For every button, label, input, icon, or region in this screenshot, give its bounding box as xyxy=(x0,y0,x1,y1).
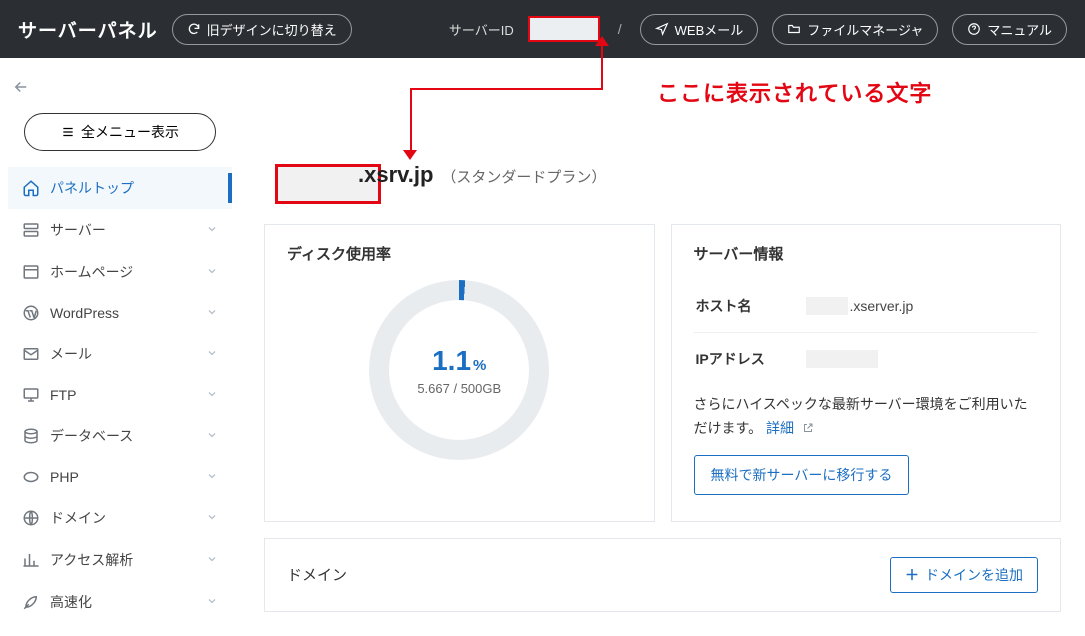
domain-card-title: ドメイン xyxy=(287,564,347,585)
sidebar-item-label: 高速化 xyxy=(50,592,92,612)
chevron-down-icon xyxy=(206,264,218,280)
sidebar-item-label: サーバー xyxy=(50,220,106,240)
sidebar-item-label: PHP xyxy=(50,469,79,485)
sidebar-item-panel-top[interactable]: パネルトップ xyxy=(8,167,232,209)
sidebar-item-label: ドメイン xyxy=(50,508,106,528)
monitor-icon xyxy=(22,386,40,404)
hostname-row: ホスト名 .xserver.jp xyxy=(694,280,1039,332)
chevron-down-icon xyxy=(206,387,218,403)
refresh-icon xyxy=(187,22,201,36)
main-content: .xsrv.jp （スタンダードプラン） ディスク使用率 1.1% 5.667 … xyxy=(240,58,1085,636)
topbar: サーバーパネル 旧デザインに切り替え サーバーID / WEBメール ファイルマ… xyxy=(0,0,1085,58)
folder-icon xyxy=(787,22,801,36)
server-info-description: さらにハイスペックな最新サーバー環境をご利用いただけます。 詳細 xyxy=(694,393,1039,441)
manual-button[interactable]: マニュアル xyxy=(952,14,1067,45)
sidebar-item-domain[interactable]: ドメイン xyxy=(8,497,232,539)
external-link-icon xyxy=(802,418,814,430)
ip-redacted xyxy=(806,350,878,368)
sidebar-item-wordpress[interactable]: WordPress xyxy=(8,293,232,333)
bar-chart-icon xyxy=(22,551,40,569)
server-icon xyxy=(22,221,40,239)
sidebar-item-label: FTP xyxy=(50,387,76,403)
back-icon[interactable] xyxy=(8,78,232,99)
show-all-menu-label: 全メニュー表示 xyxy=(81,122,179,142)
sidebar-item-label: データベース xyxy=(50,426,133,446)
file-manager-label: ファイルマネージャ xyxy=(807,20,923,39)
sidebar-item-mail[interactable]: メール xyxy=(8,333,232,375)
server-info-detail-link[interactable]: 詳細 xyxy=(766,420,794,436)
switch-design-button[interactable]: 旧デザインに切り替え xyxy=(172,14,352,45)
page-plan: （スタンダードプラン） xyxy=(441,166,606,187)
chevron-down-icon xyxy=(206,469,218,485)
sidebar-item-analytics[interactable]: アクセス解析 xyxy=(8,539,232,581)
hostname-redacted xyxy=(806,297,848,315)
hamburger-icon xyxy=(61,125,75,139)
mail-icon xyxy=(22,345,40,363)
sidebar-item-label: パネルトップ xyxy=(50,178,134,198)
server-info-title: サーバー情報 xyxy=(694,243,1039,264)
show-all-menu-button[interactable]: 全メニュー表示 xyxy=(24,113,216,151)
server-id-label: サーバーID xyxy=(449,20,514,39)
rocket-icon xyxy=(22,593,40,611)
sidebar-item-label: WordPress xyxy=(50,305,119,321)
chevron-down-icon xyxy=(206,428,218,444)
paper-plane-icon xyxy=(655,22,669,36)
page-domain-suffix: .xsrv.jp xyxy=(358,162,433,188)
chevron-down-icon xyxy=(206,552,218,568)
migrate-server-button[interactable]: 無料で新サーバーに移行する xyxy=(694,455,910,495)
window-icon xyxy=(22,263,40,281)
webmail-button[interactable]: WEBメール xyxy=(640,14,759,45)
chevron-down-icon xyxy=(206,222,218,238)
sidebar-item-database[interactable]: データベース xyxy=(8,415,232,457)
app-title: サーバーパネル xyxy=(18,16,158,43)
disk-usage-gauge: 1.1% 5.667 / 500GB xyxy=(369,280,549,460)
chevron-down-icon xyxy=(206,510,218,526)
domain-card: ドメイン ＋ ドメインを追加 xyxy=(264,538,1061,612)
sidebar-item-label: メール xyxy=(50,344,92,364)
server-id-value-redacted xyxy=(528,16,600,42)
add-domain-button[interactable]: ＋ ドメインを追加 xyxy=(890,557,1038,593)
sidebar-item-php[interactable]: PHP xyxy=(8,457,232,497)
server-info-card: サーバー情報 ホスト名 .xserver.jp IPアドレス さらにハイスペック… xyxy=(671,224,1062,522)
add-domain-label: ドメインを追加 xyxy=(925,565,1023,585)
ip-row: IPアドレス xyxy=(694,332,1039,385)
switch-design-label: 旧デザインに切り替え xyxy=(207,20,337,39)
plus-icon: ＋ xyxy=(905,565,919,585)
sidebar-item-speedup[interactable]: 高速化 xyxy=(8,581,232,623)
topbar-separator: / xyxy=(618,21,622,37)
webmail-label: WEBメール xyxy=(675,20,744,39)
page-heading: .xsrv.jp （スタンダードプラン） xyxy=(358,162,606,188)
ip-label: IPアドレス xyxy=(696,349,806,369)
hostname-value: .xserver.jp xyxy=(850,298,914,314)
disk-usage-title: ディスク使用率 xyxy=(287,243,632,264)
sidebar-item-homepage[interactable]: ホームページ xyxy=(8,251,232,293)
question-icon xyxy=(967,22,981,36)
home-icon xyxy=(22,179,40,197)
sidebar: 全メニュー表示 パネルトップ サーバー ホームページ WordPress メール xyxy=(0,58,240,636)
sidebar-item-ftp[interactable]: FTP xyxy=(8,375,232,415)
file-manager-button[interactable]: ファイルマネージャ xyxy=(772,14,938,45)
disk-usage-card: ディスク使用率 1.1% 5.667 / 500GB xyxy=(264,224,655,522)
sidebar-item-label: ホームページ xyxy=(50,262,133,282)
chevron-down-icon xyxy=(206,594,218,610)
globe-icon xyxy=(22,509,40,527)
database-icon xyxy=(22,427,40,445)
hostname-label: ホスト名 xyxy=(696,296,806,316)
sidebar-item-server[interactable]: サーバー xyxy=(8,209,232,251)
manual-label: マニュアル xyxy=(987,20,1052,39)
chevron-down-icon xyxy=(206,346,218,362)
disk-usage-percent: 1.1% xyxy=(417,345,501,377)
chevron-down-icon xyxy=(206,305,218,321)
disk-usage-sub: 5.667 / 500GB xyxy=(417,381,501,396)
sidebar-item-label: アクセス解析 xyxy=(50,550,133,570)
wordpress-icon xyxy=(22,304,40,322)
php-icon xyxy=(22,468,40,486)
